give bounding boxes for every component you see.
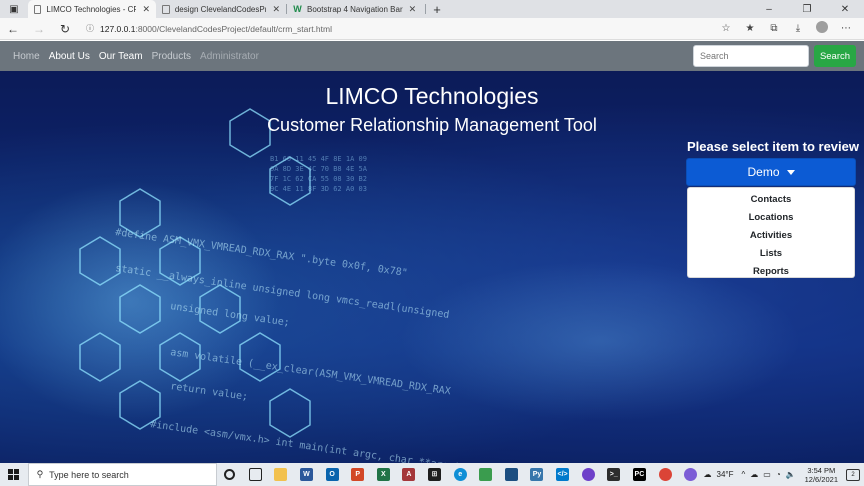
tab-bootstrap-navbar[interactable]: W Bootstrap 4 Navigation Bar ✕ bbox=[287, 0, 425, 18]
volume-icon[interactable]: 🔈 bbox=[786, 470, 796, 479]
pycharm-icon[interactable]: PC bbox=[627, 463, 653, 486]
url-path: :8000/ClevelandCodesProject/default/crm_… bbox=[135, 23, 332, 34]
close-tab-icon[interactable]: ✕ bbox=[409, 4, 417, 15]
nav-about-us[interactable]: About Us bbox=[49, 51, 90, 62]
file-explorer-icon[interactable] bbox=[268, 463, 294, 486]
system-tray: ☁ 34°F ^ ☁ ▭ ◔ 🔈 3:54 PM 12/6/2021 2 bbox=[704, 466, 864, 484]
page-icon bbox=[34, 4, 42, 14]
xbox-icon[interactable]: ⊞ bbox=[422, 463, 448, 486]
tab-title: LIMCO Technologies - CRM Tool bbox=[46, 4, 137, 14]
zoom-icon[interactable] bbox=[678, 463, 704, 486]
tab-title: design ClevelandCodesProject bbox=[174, 4, 267, 14]
more-menu-icon[interactable]: ⋯ bbox=[834, 23, 858, 34]
excel-icon[interactable]: X bbox=[371, 463, 397, 486]
svg-text:0A 8D 3E 4C 70 B8 4E 5A: 0A 8D 3E 4C 70 B8 4E 5A bbox=[270, 165, 368, 173]
page-navbar: Home About Us Our Team Products Administ… bbox=[0, 41, 864, 71]
menu-item-lists[interactable]: Lists bbox=[688, 244, 854, 262]
menu-item-contacts[interactable]: Contacts bbox=[688, 190, 854, 208]
menu-item-activities[interactable]: Activities bbox=[688, 226, 854, 244]
task-view-icon[interactable] bbox=[242, 463, 268, 486]
outlook-icon[interactable]: O bbox=[319, 463, 345, 486]
start-button[interactable] bbox=[0, 469, 28, 480]
tab-title: Bootstrap 4 Navigation Bar bbox=[307, 4, 403, 14]
menu-item-locations[interactable]: Locations bbox=[688, 208, 854, 226]
select-prompt: Please select item to review bbox=[687, 139, 859, 154]
store-icon[interactable] bbox=[473, 463, 499, 486]
browser-tab-strip: ▣ LIMCO Technologies - CRM Tool ✕ design… bbox=[0, 0, 864, 18]
tab-design-project[interactable]: design ClevelandCodesProject ✕ bbox=[156, 0, 286, 18]
clock[interactable]: 3:54 PM 12/6/2021 bbox=[805, 466, 838, 484]
powerpoint-icon[interactable]: P bbox=[345, 463, 371, 486]
maximize-icon[interactable]: ❐ bbox=[788, 0, 826, 18]
notifications-icon[interactable]: 2 bbox=[846, 468, 860, 481]
edge-icon[interactable]: e bbox=[447, 463, 473, 486]
vscode-icon[interactable]: </> bbox=[550, 463, 576, 486]
app-icon[interactable] bbox=[499, 463, 525, 486]
info-icon[interactable]: ⓘ bbox=[86, 23, 94, 34]
clock-time: 3:54 PM bbox=[807, 465, 836, 475]
favorites-icon[interactable]: ★ bbox=[738, 23, 762, 34]
window-controls: – ❐ ✕ bbox=[750, 0, 864, 18]
battery-icon[interactable]: ▭ bbox=[763, 470, 771, 479]
taskbar-search-placeholder: Type here to search bbox=[49, 469, 129, 480]
python-icon[interactable]: Py bbox=[524, 463, 550, 486]
refresh-icon[interactable]: ↻ bbox=[52, 22, 78, 36]
add-favorite-icon[interactable]: ☆ bbox=[714, 23, 738, 34]
nav-our-team[interactable]: Our Team bbox=[99, 51, 143, 62]
weather-icon[interactable]: ☁ bbox=[704, 470, 712, 479]
menu-item-reports[interactable]: Reports bbox=[688, 262, 854, 280]
nav-home[interactable]: Home bbox=[13, 51, 40, 62]
temperature[interactable]: 34°F bbox=[717, 470, 734, 479]
close-tab-icon[interactable]: ✕ bbox=[272, 4, 280, 15]
profile-icon[interactable] bbox=[810, 21, 834, 36]
clock-date: 12/6/2021 bbox=[804, 474, 838, 484]
url-host: 127.0.0.1 bbox=[100, 23, 136, 34]
page-icon bbox=[162, 4, 170, 14]
nav-administrator[interactable]: Administrator bbox=[200, 51, 259, 62]
tab-crm-tool[interactable]: LIMCO Technologies - CRM Tool ✕ bbox=[28, 0, 156, 18]
new-tab-icon[interactable]: + bbox=[426, 0, 448, 18]
demo-dropdown-menu: Contacts Locations Activities Lists Repo… bbox=[687, 187, 855, 278]
terminal-icon[interactable]: >_ bbox=[601, 463, 627, 486]
tab-actions-icon[interactable]: ▣ bbox=[0, 0, 28, 18]
forward-icon[interactable]: → bbox=[26, 22, 52, 36]
collections-icon[interactable]: ⧉ bbox=[762, 23, 786, 34]
browser-toolbar-icons: ☆ ★ ⧉ ⤓ ⋯ bbox=[714, 21, 864, 36]
hero-section: #define ASM_VMX_VMREAD_RDX_RAX ".byte 0x… bbox=[0, 71, 864, 463]
search-input[interactable] bbox=[693, 45, 809, 67]
search-button[interactable]: Search bbox=[814, 45, 856, 67]
search-icon: ⚲ bbox=[36, 469, 44, 479]
svg-text:7F 1C 62 CA 55 08 30 B2: 7F 1C 62 CA 55 08 30 B2 bbox=[270, 175, 367, 183]
taskbar-search-box[interactable]: ⚲ Type here to search bbox=[27, 463, 217, 486]
svg-text:9C 4E 11 8F 3D 62 A0 03: 9C 4E 11 8F 3D 62 A0 03 bbox=[270, 185, 367, 193]
close-window-icon[interactable]: ✕ bbox=[826, 0, 864, 18]
address-bar: ← → ↻ ⓘ 127.0.0.1:8000/ClevelandCodesPro… bbox=[0, 18, 864, 40]
github-icon[interactable] bbox=[575, 463, 601, 486]
windows-logo-icon bbox=[8, 469, 20, 480]
caret-down-icon bbox=[786, 169, 795, 175]
windows-taskbar: ⚲ Type here to search W O P X A ⊞ e Py <… bbox=[0, 463, 864, 486]
demo-dropdown-label: Demo bbox=[747, 165, 780, 179]
cortana-icon[interactable] bbox=[217, 463, 243, 486]
wifi-icon[interactable]: ◔ bbox=[776, 470, 781, 479]
w3schools-icon: W bbox=[293, 3, 302, 14]
word-icon[interactable]: W bbox=[294, 463, 320, 486]
access-icon[interactable]: A bbox=[396, 463, 422, 486]
svg-text:B1 60 11 45 4F 8E 1A 09: B1 60 11 45 4F 8E 1A 09 bbox=[270, 155, 367, 163]
page-title: LIMCO Technologies bbox=[325, 83, 539, 109]
onedrive-icon[interactable]: ☁ bbox=[750, 470, 758, 479]
page-subtitle: Customer Relationship Management Tool bbox=[267, 115, 597, 135]
notification-count: 2 bbox=[851, 471, 855, 478]
demo-dropdown-button[interactable]: Demo bbox=[686, 158, 856, 186]
nav-products[interactable]: Products bbox=[152, 51, 191, 62]
downloads-icon[interactable]: ⤓ bbox=[786, 23, 810, 34]
minimize-icon[interactable]: – bbox=[750, 0, 788, 18]
back-icon[interactable]: ← bbox=[0, 22, 26, 36]
chevron-up-icon[interactable]: ^ bbox=[741, 470, 745, 479]
close-tab-icon[interactable]: ✕ bbox=[142, 4, 150, 15]
chrome-icon[interactable] bbox=[652, 463, 678, 486]
url-field[interactable]: ⓘ 127.0.0.1:8000/ClevelandCodesProject/d… bbox=[78, 20, 678, 38]
